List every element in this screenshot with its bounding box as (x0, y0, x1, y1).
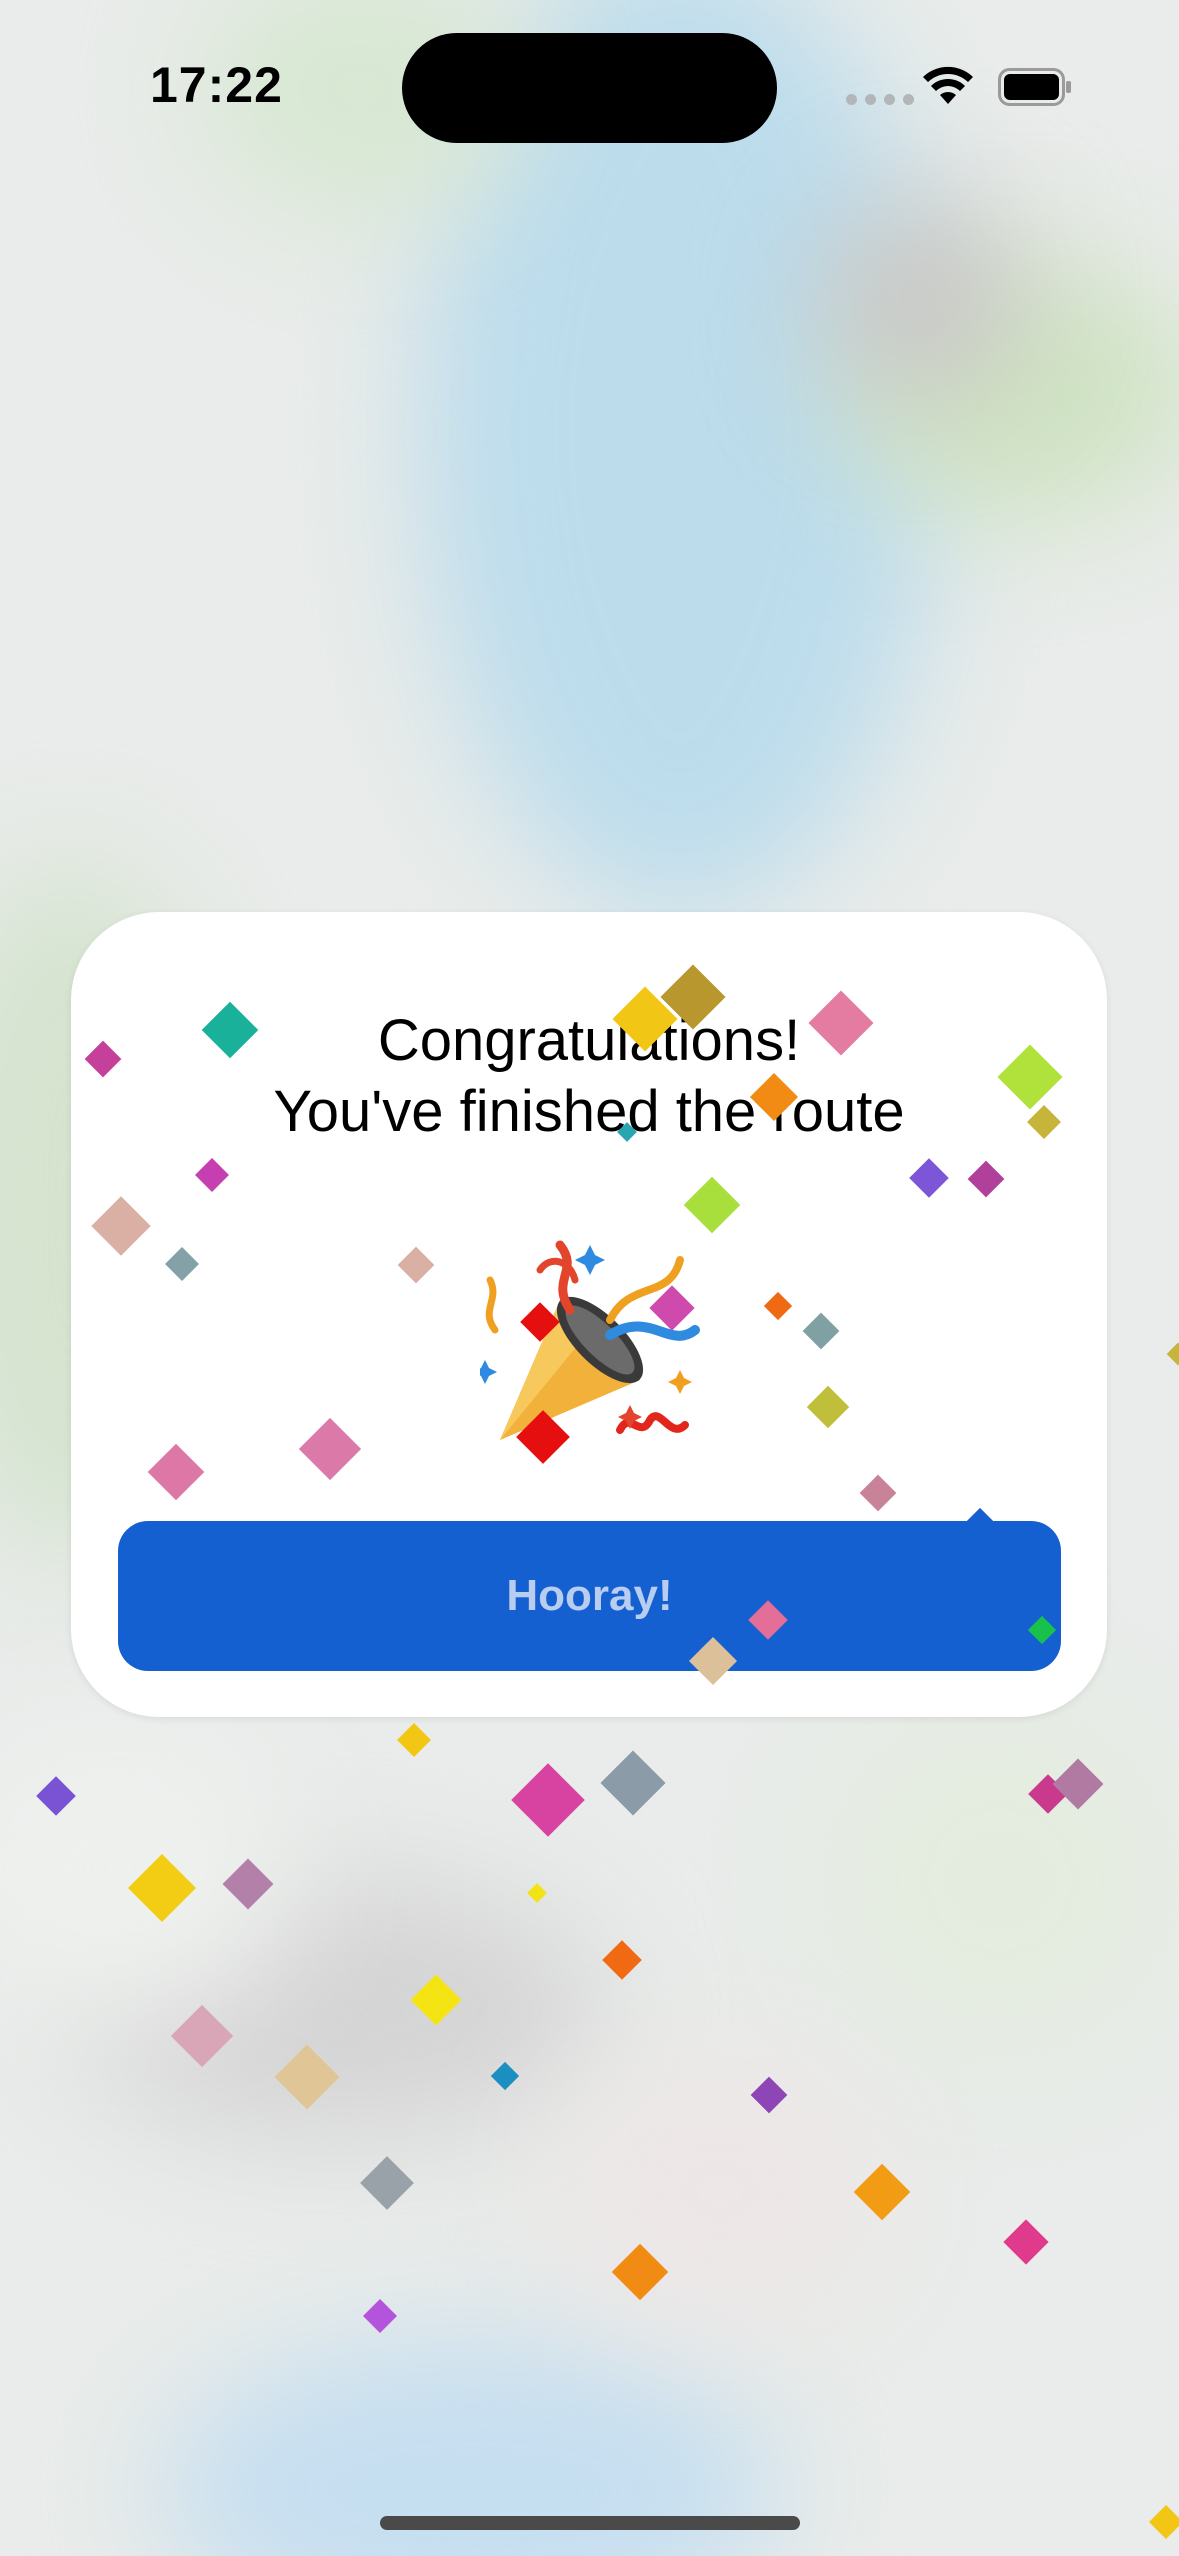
home-indicator[interactable] (380, 2516, 800, 2530)
dialog-subtitle: You've finished the route (273, 1079, 905, 1144)
status-time: 17:22 (150, 57, 283, 113)
wifi-icon (923, 66, 973, 104)
hooray-button[interactable]: Hooray! (118, 1521, 1061, 1671)
dynamic-island (402, 33, 777, 143)
dialog-title: Congratulations! (377, 1008, 801, 1073)
battery-icon (998, 68, 1071, 106)
cellular-signal-icon (846, 94, 914, 105)
party-popper-icon (480, 1240, 700, 1440)
